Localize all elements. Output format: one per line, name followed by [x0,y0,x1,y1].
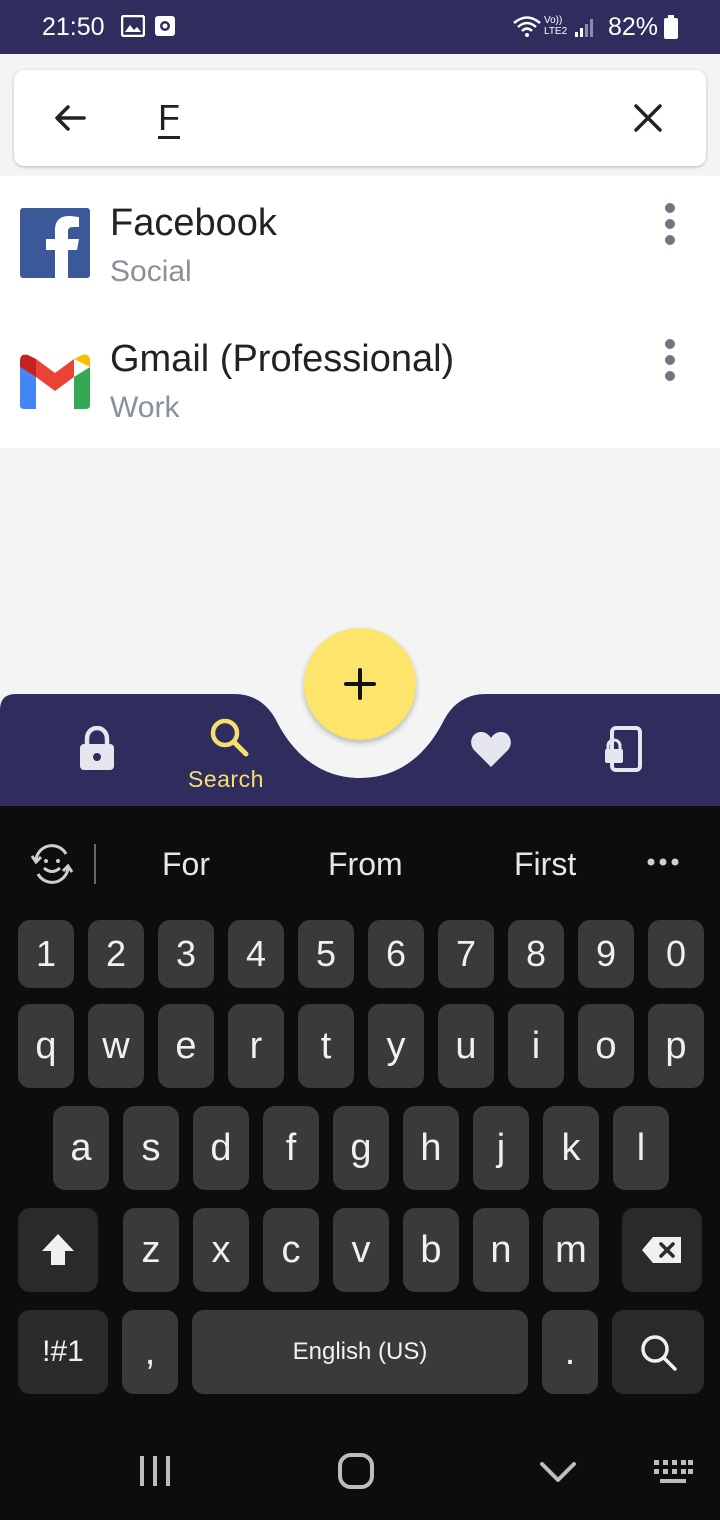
key-d[interactable]: d [193,1106,249,1190]
battery-percent: 82% [608,13,659,41]
battery-icon [664,15,678,39]
keyboard-search-icon [641,1335,677,1371]
key-r[interactable]: r [228,1004,284,1088]
search-icon[interactable] [208,716,250,758]
result-title: Facebook [110,202,277,244]
status-time: 21:50 [42,13,105,41]
home-icon[interactable] [337,1452,375,1490]
key-q[interactable]: q [18,1004,74,1088]
key-t[interactable]: t [298,1004,354,1088]
device-lock-icon[interactable] [604,726,642,772]
app-notification-icon [155,16,175,36]
list-item-gmail[interactable]: Gmail (Professional) Work [0,312,720,448]
key-o[interactable]: o [578,1004,634,1088]
period-key[interactable]: . [542,1310,598,1394]
heart-icon[interactable] [470,730,512,768]
search-bar [14,70,706,166]
key-v[interactable]: v [333,1208,389,1292]
key-g[interactable]: g [333,1106,389,1190]
key-k[interactable]: k [543,1106,599,1190]
hide-keyboard-icon[interactable] [538,1460,578,1484]
key-p[interactable]: p [648,1004,704,1088]
key-m[interactable]: m [543,1208,599,1292]
key-8[interactable]: 8 [508,920,564,988]
gallery-notification-icon [121,15,145,37]
key-3[interactable]: 3 [158,920,214,988]
facebook-logo-icon [20,208,90,278]
keyboard: For From First 1 2 3 4 5 6 7 8 9 0 q w e… [0,806,720,1520]
results-list: Facebook Social Gmail (Professional) Wor… [0,176,720,448]
symbols-key[interactable]: !#1 [18,1310,108,1394]
system-navigation-bar [0,1420,720,1520]
key-2[interactable]: 2 [88,920,144,988]
key-9[interactable]: 9 [578,920,634,988]
key-s[interactable]: s [123,1106,179,1190]
search-key[interactable] [612,1310,704,1394]
key-f[interactable]: f [263,1106,319,1190]
recent-apps-icon[interactable] [136,1454,174,1488]
key-4[interactable]: 4 [228,920,284,988]
key-a[interactable]: a [53,1106,109,1190]
key-6[interactable]: 6 [368,920,424,988]
arrow-left-icon[interactable] [50,98,90,138]
add-button[interactable] [304,628,416,740]
result-category: Work [110,391,180,424]
more-horiz-icon[interactable] [646,852,680,872]
key-7[interactable]: 7 [438,920,494,988]
key-w[interactable]: w [88,1004,144,1088]
wifi-icon [513,16,541,37]
network-label: Vo)) LTE2 [544,15,568,37]
close-icon[interactable] [628,98,668,138]
key-1[interactable]: 1 [18,920,74,988]
key-i[interactable]: i [508,1004,564,1088]
nav-label-search: Search [188,766,264,792]
comma-key[interactable]: , [122,1310,178,1394]
key-x[interactable]: x [193,1208,249,1292]
suggestion-3[interactable]: First [514,846,576,883]
key-5[interactable]: 5 [298,920,354,988]
key-c[interactable]: c [263,1208,319,1292]
key-u[interactable]: u [438,1004,494,1088]
list-item-facebook[interactable]: Facebook Social [0,176,720,312]
key-0[interactable]: 0 [648,920,704,988]
status-bar: 21:50 Vo)) LTE2 82% [0,0,720,54]
result-title: Gmail (Professional) [110,338,455,380]
key-e[interactable]: e [158,1004,214,1088]
key-z[interactable]: z [123,1208,179,1292]
shift-key[interactable] [18,1208,98,1292]
backspace-key[interactable] [622,1208,702,1292]
gmail-logo-icon [20,354,90,409]
keyboard-switch-icon[interactable] [652,1458,694,1486]
lock-icon[interactable] [78,726,116,772]
more-vert-icon[interactable] [650,338,690,382]
key-b[interactable]: b [403,1208,459,1292]
result-category: Social [110,255,192,288]
suggestion-2[interactable]: From [328,846,403,883]
suggestion-1[interactable]: For [162,846,210,883]
backspace-icon [642,1237,681,1263]
search-input[interactable] [158,96,598,140]
suggestion-bar: For From First [0,806,720,916]
key-j[interactable]: j [473,1106,529,1190]
suggestion-divider [94,844,96,884]
key-l[interactable]: l [613,1106,669,1190]
more-vert-icon[interactable] [650,202,690,246]
signal-icon [575,19,593,37]
key-y[interactable]: y [368,1004,424,1088]
shift-arrow-icon [42,1234,74,1265]
space-key[interactable]: English (US) [192,1310,528,1394]
key-h[interactable]: h [403,1106,459,1190]
plus-icon [344,668,376,700]
key-n[interactable]: n [473,1208,529,1292]
emoji-refresh-icon[interactable] [30,842,74,886]
